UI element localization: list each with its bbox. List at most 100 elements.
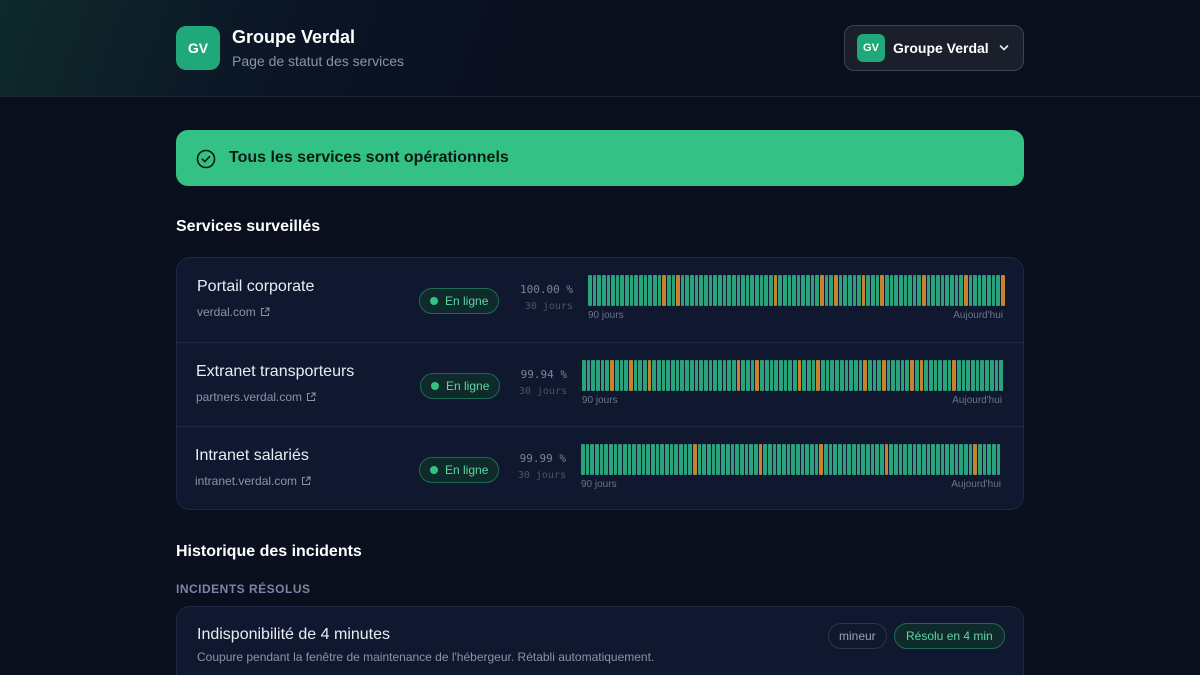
uptime-day-bar[interactable] xyxy=(926,275,931,306)
uptime-day-bar[interactable] xyxy=(704,275,708,306)
uptime-day-bar[interactable] xyxy=(931,444,936,475)
uptime-day-bar[interactable] xyxy=(610,360,614,391)
uptime-day-bar[interactable] xyxy=(679,444,683,475)
uptime-day-bar[interactable] xyxy=(582,360,586,391)
uptime-day-bar[interactable] xyxy=(618,444,623,475)
uptime-day-bar[interactable] xyxy=(910,360,914,391)
uptime-day-bar[interactable] xyxy=(987,275,991,306)
uptime-day-bar[interactable] xyxy=(814,444,819,475)
uptime-day-bar[interactable] xyxy=(639,275,643,306)
uptime-day-bar[interactable] xyxy=(750,275,755,306)
uptime-day-bar[interactable] xyxy=(716,444,721,475)
uptime-day-bar[interactable] xyxy=(985,360,989,391)
uptime-day-bar[interactable] xyxy=(792,360,797,391)
uptime-day-bar[interactable] xyxy=(991,275,996,306)
uptime-day-bar[interactable] xyxy=(898,275,903,306)
uptime-day-bar[interactable] xyxy=(894,444,898,475)
uptime-day-bar[interactable] xyxy=(713,275,717,306)
uptime-day-bar[interactable] xyxy=(782,275,787,306)
uptime-day-bar[interactable] xyxy=(926,444,931,475)
uptime-day-bar[interactable] xyxy=(940,444,945,475)
uptime-day-bar[interactable] xyxy=(802,360,806,391)
uptime-day-bar[interactable] xyxy=(675,360,680,391)
uptime-day-bar[interactable] xyxy=(954,444,959,475)
uptime-day-bar[interactable] xyxy=(652,360,656,391)
uptime-day-bar[interactable] xyxy=(721,444,725,475)
uptime-day-bar[interactable] xyxy=(973,275,977,306)
uptime-day-bar[interactable] xyxy=(604,444,609,475)
service-link[interactable]: partners.verdal.com xyxy=(196,390,316,404)
uptime-day-bar[interactable] xyxy=(928,360,933,391)
uptime-day-bar[interactable] xyxy=(689,360,694,391)
uptime-day-bar[interactable] xyxy=(900,360,905,391)
uptime-day-bar[interactable] xyxy=(912,275,917,306)
uptime-day-bar[interactable] xyxy=(966,360,971,391)
uptime-day-bar[interactable] xyxy=(1001,275,1005,306)
uptime-day-bar[interactable] xyxy=(957,360,961,391)
uptime-day-bar[interactable] xyxy=(938,360,942,391)
uptime-day-bar[interactable] xyxy=(596,360,600,391)
uptime-day-bar[interactable] xyxy=(703,360,708,391)
uptime-day-bar[interactable] xyxy=(853,360,858,391)
uptime-day-bar[interactable] xyxy=(624,360,628,391)
uptime-day-bar[interactable] xyxy=(830,360,835,391)
uptime-day-bar[interactable] xyxy=(711,444,716,475)
uptime-day-bar[interactable] xyxy=(795,444,800,475)
uptime-day-bar[interactable] xyxy=(917,444,922,475)
uptime-day-bar[interactable] xyxy=(797,360,802,391)
uptime-day-bar[interactable] xyxy=(954,275,959,306)
uptime-day-bar[interactable] xyxy=(896,360,900,391)
uptime-day-bar[interactable] xyxy=(933,360,938,391)
uptime-day-bar[interactable] xyxy=(996,444,1001,475)
uptime-day-bar[interactable] xyxy=(847,444,851,475)
uptime-day-bar[interactable] xyxy=(824,275,829,306)
uptime-day-bar[interactable] xyxy=(833,444,837,475)
uptime-day-bar[interactable] xyxy=(725,444,730,475)
uptime-day-bar[interactable] xyxy=(852,275,857,306)
uptime-day-bar[interactable] xyxy=(665,444,669,475)
uptime-day-bar[interactable] xyxy=(753,444,758,475)
uptime-day-bar[interactable] xyxy=(590,444,595,475)
uptime-day-bar[interactable] xyxy=(809,444,814,475)
uptime-day-bar[interactable] xyxy=(889,444,894,475)
uptime-day-bar[interactable] xyxy=(759,275,764,306)
uptime-day-bar[interactable] xyxy=(978,444,982,475)
uptime-day-bar[interactable] xyxy=(666,360,671,391)
uptime-day-bar[interactable] xyxy=(585,444,590,475)
uptime-day-bar[interactable] xyxy=(917,275,922,306)
uptime-day-bar[interactable] xyxy=(693,444,697,475)
uptime-day-bar[interactable] xyxy=(949,275,954,306)
uptime-day-bar[interactable] xyxy=(837,444,842,475)
uptime-day-bar[interactable] xyxy=(796,275,801,306)
uptime-day-bar[interactable] xyxy=(699,275,704,306)
uptime-day-bar[interactable] xyxy=(634,275,639,306)
uptime-day-bar[interactable] xyxy=(588,275,592,306)
uptime-day-bar[interactable] xyxy=(651,444,655,475)
uptime-day-bar[interactable] xyxy=(807,360,811,391)
uptime-day-bar[interactable] xyxy=(842,444,847,475)
uptime-day-bar[interactable] xyxy=(788,360,792,391)
uptime-day-bar[interactable] xyxy=(648,275,652,306)
uptime-day-bar[interactable] xyxy=(773,275,778,306)
uptime-day-bar[interactable] xyxy=(959,444,964,475)
uptime-day-bar[interactable] xyxy=(601,275,606,306)
uptime-day-bar[interactable] xyxy=(632,444,637,475)
uptime-day-bar[interactable] xyxy=(786,444,791,475)
uptime-day-bar[interactable] xyxy=(671,275,676,306)
uptime-day-bar[interactable] xyxy=(657,360,661,391)
uptime-day-bar[interactable] xyxy=(849,360,853,391)
uptime-day-bar[interactable] xyxy=(882,360,886,391)
uptime-day-bar[interactable] xyxy=(861,444,865,475)
uptime-day-bar[interactable] xyxy=(774,360,778,391)
uptime-day-bar[interactable] xyxy=(898,444,903,475)
uptime-day-bar[interactable] xyxy=(847,275,852,306)
uptime-day-bar[interactable] xyxy=(680,360,685,391)
uptime-day-bar[interactable] xyxy=(702,444,707,475)
uptime-day-bar[interactable] xyxy=(666,275,671,306)
uptime-day-bar[interactable] xyxy=(992,444,996,475)
uptime-day-bar[interactable] xyxy=(856,444,861,475)
uptime-day-bar[interactable] xyxy=(592,275,597,306)
uptime-day-bar[interactable] xyxy=(768,275,773,306)
uptime-day-bar[interactable] xyxy=(615,275,620,306)
uptime-day-bar[interactable] xyxy=(769,360,774,391)
